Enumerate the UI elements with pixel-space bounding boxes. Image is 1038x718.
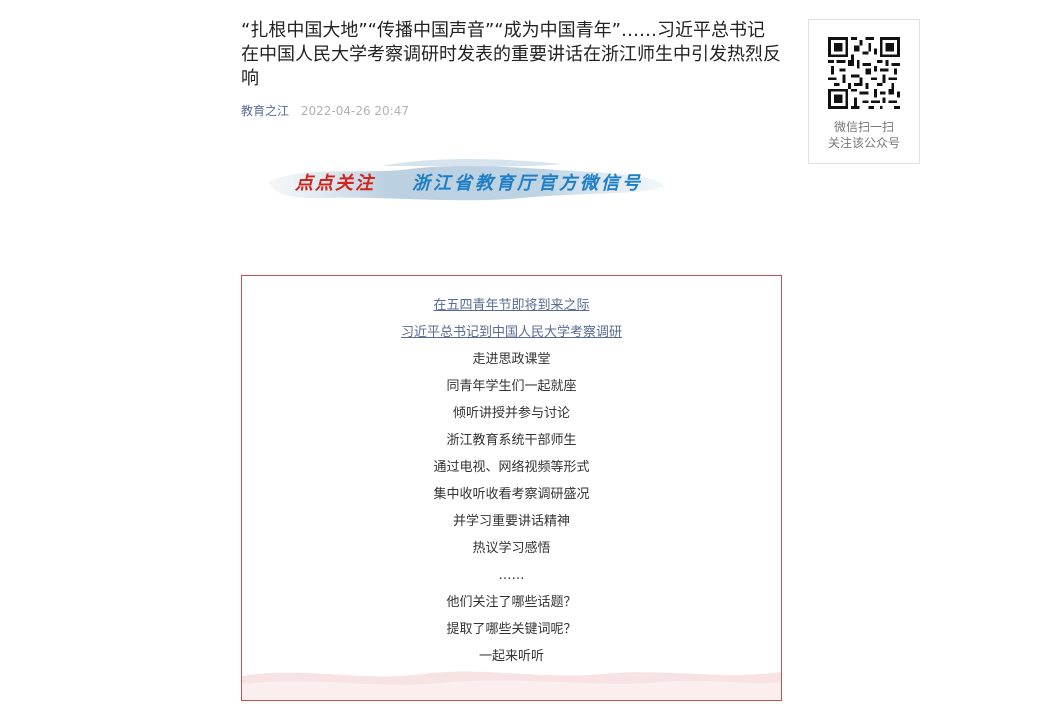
pink-wave-decoration	[242, 671, 781, 700]
qr-caption-line2: 关注该公众号	[827, 136, 900, 150]
intro-text-line: 集中收听收看考察调研盛况	[433, 487, 590, 502]
account-name-link[interactable]: 教育之江	[241, 104, 289, 118]
intro-text-line: 倾听讲授并参与讨论	[452, 406, 570, 421]
article-meta: 教育之江 2022-04-26 20:47	[241, 103, 782, 119]
intro-text-line: 通过电视、网络视频等形式	[433, 460, 590, 475]
intro-link-line[interactable]: 习近平总书记到中国人民大学考察调研	[242, 319, 781, 346]
intro-text-line: 提取了哪些关键词呢？	[446, 622, 577, 637]
intro-box: 在五四青年节即将到来之际 习近平总书记到中国人民大学考察调研走进思政课堂同青年学生…	[241, 275, 782, 701]
qr-caption-line1: 微信扫一扫	[833, 120, 894, 134]
qr-caption: 微信扫一扫 关注该公众号	[809, 119, 919, 151]
intro-text-line: ……	[498, 568, 525, 583]
intro-text-line: 他们关注了哪些话题？	[446, 595, 577, 610]
article-header: “扎根中国大地”“传播中国声音”“成为中国青年”……习近平总书记在中国人民大学考…	[241, 0, 782, 119]
intro-text-line: 热议学习感悟	[472, 541, 551, 556]
intro-text-line: 同青年学生们一起就座	[446, 379, 577, 394]
intro-text-line: 并学习重要讲话精神	[452, 514, 570, 529]
article-title: “扎根中国大地”“传播中国声音”“成为中国青年”……习近平总书记在中国人民大学考…	[241, 20, 781, 89]
qr-panel: 微信扫一扫 关注该公众号	[808, 19, 920, 164]
qr-code-icon[interactable]	[828, 37, 900, 109]
intro-text-line: 浙江教育系统干部师生	[446, 433, 577, 448]
intro-text-line: 走进思政课堂	[472, 352, 551, 367]
banner-account-text: 浙江省教育厅官方微信号	[412, 173, 643, 194]
follow-banner: 点点关注 浙江省教育厅官方微信号	[262, 152, 668, 206]
banner-follow-text: 点点关注	[295, 173, 375, 194]
publish-date: 2022-04-26 20:47	[300, 104, 409, 118]
intro-link-line[interactable]: 在五四青年节即将到来之际	[242, 292, 781, 319]
intro-lines: 在五四青年节即将到来之际 习近平总书记到中国人民大学考察调研走进思政课堂同青年学生…	[242, 292, 781, 670]
